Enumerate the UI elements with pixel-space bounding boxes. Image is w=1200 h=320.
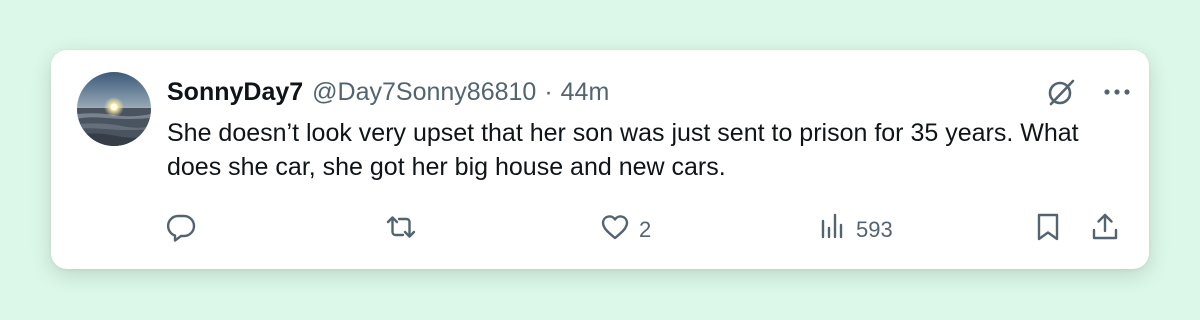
avatar-image xyxy=(77,72,151,146)
share-button[interactable] xyxy=(1089,211,1121,249)
bookmark-button[interactable] xyxy=(1033,211,1063,249)
post-text: She doesn’t look very upset that her son… xyxy=(167,119,1079,181)
reply-icon xyxy=(165,211,197,249)
post-timestamp[interactable]: 44m xyxy=(561,78,610,107)
grok-icon[interactable] xyxy=(1045,76,1077,108)
post-top-actions xyxy=(1045,74,1131,110)
display-name[interactable]: SonnyDay7 xyxy=(167,78,303,107)
header-separator: · xyxy=(544,77,553,106)
avatar[interactable] xyxy=(77,72,151,146)
views-button[interactable]: 593 xyxy=(818,211,893,249)
repost-icon xyxy=(384,211,418,249)
share-icon xyxy=(1089,211,1121,249)
repost-button[interactable] xyxy=(384,214,418,246)
like-button[interactable]: 2 xyxy=(599,214,651,246)
bookmark-icon xyxy=(1033,211,1063,249)
post-header: SonnyDay7 @Day7Sonny86810 · 44m xyxy=(167,74,609,110)
reply-button[interactable] xyxy=(165,214,197,246)
like-count: 2 xyxy=(639,217,652,242)
views-count: 593 xyxy=(856,217,893,242)
post-card[interactable]: SonnyDay7 @Day7Sonny86810 · 44m She does… xyxy=(51,50,1149,269)
views-icon xyxy=(818,211,848,249)
heart-icon xyxy=(599,211,631,249)
more-options-icon[interactable] xyxy=(1103,88,1131,96)
user-handle[interactable]: @Day7Sonny86810 xyxy=(312,78,536,107)
